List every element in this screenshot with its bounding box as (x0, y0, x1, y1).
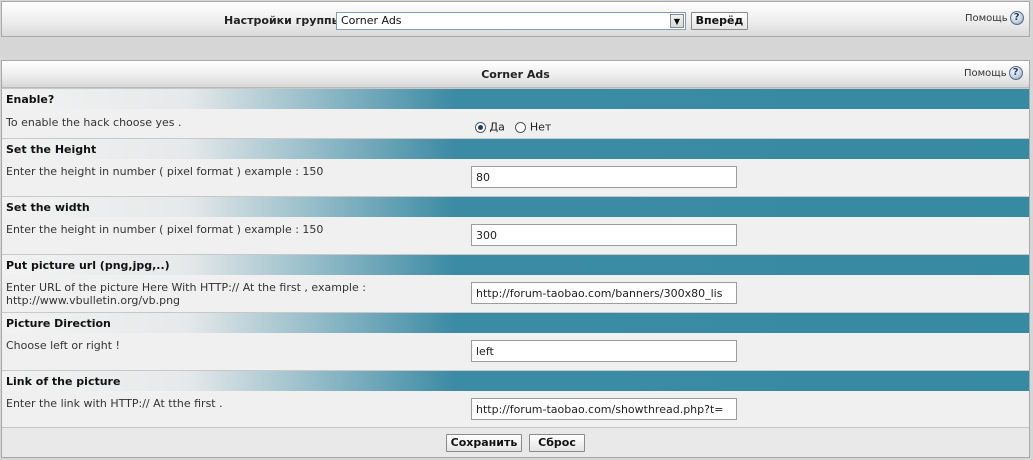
group-settings-label: Настройки группы (224, 14, 342, 27)
section-header-picture-url: Put picture url (png,jpg,..) (2, 254, 1029, 275)
section-title: Set the Height (6, 143, 97, 156)
setting-description: Enter the height in number ( pixel forma… (6, 223, 324, 236)
group-select[interactable]: Corner Ads ▼ (336, 12, 686, 30)
form-footer: Сохранить Сброс (2, 427, 1029, 457)
link-input[interactable]: http://forum-taobao.com/showthread.php?t… (471, 398, 737, 420)
section-header-enable: Enable? (2, 88, 1029, 109)
section-header-height: Set the Height (2, 138, 1029, 159)
section-title: Put picture url (png,jpg,..) (6, 259, 170, 272)
setting-description: Enter the height in number ( pixel forma… (6, 165, 324, 178)
section-title: Enable? (6, 93, 55, 106)
direction-input[interactable]: left (471, 340, 737, 362)
group-settings-bar: Настройки группы Corner Ads ▼ Вперёд Пом… (1, 1, 1030, 37)
help-link-top[interactable]: Помощь? (965, 11, 1024, 25)
enable-radio-group: Да Нет (475, 120, 551, 134)
radio-yes[interactable] (475, 121, 486, 133)
reset-button[interactable]: Сброс (529, 434, 585, 452)
radio-yes-label[interactable]: Да (490, 121, 505, 134)
help-label: Помощь (965, 13, 1008, 24)
help-icon[interactable]: ? (1008, 66, 1023, 80)
width-input[interactable]: 300 (471, 224, 737, 246)
panel-header: Corner Ads Помощь? (2, 61, 1029, 88)
section-title: Link of the picture (6, 375, 121, 388)
radio-no[interactable] (515, 121, 527, 133)
section-title: Picture Direction (6, 317, 111, 330)
help-label: Помощь (964, 68, 1007, 79)
picture-url-input[interactable]: http://forum-taobao.com/banners/300x80_l… (471, 282, 737, 304)
section-title: Set the width (6, 201, 90, 214)
go-button[interactable]: Вперёд (691, 12, 748, 30)
section-header-direction: Picture Direction (2, 312, 1029, 333)
setting-description: Enter the link with HTTP:// At tthe firs… (6, 397, 223, 410)
setting-description: Enter URL of the picture Here With HTTP:… (6, 281, 366, 307)
dropdown-arrow-icon[interactable]: ▼ (670, 14, 684, 28)
help-link-panel[interactable]: Помощь? (964, 66, 1023, 80)
settings-panel: Corner Ads Помощь? Enable? To enable the… (1, 60, 1030, 458)
setting-description: Choose left or right ! (6, 339, 120, 352)
radio-no-label[interactable]: Нет (530, 121, 551, 134)
height-input[interactable]: 80 (471, 166, 737, 188)
section-header-width: Set the width (2, 196, 1029, 217)
group-select-value: Corner Ads (341, 14, 402, 27)
section-header-link: Link of the picture (2, 370, 1029, 391)
setting-description: To enable the hack choose yes . (6, 116, 182, 129)
save-button[interactable]: Сохранить (446, 434, 522, 452)
help-icon[interactable]: ? (1009, 11, 1024, 25)
panel-title: Corner Ads (481, 68, 550, 81)
